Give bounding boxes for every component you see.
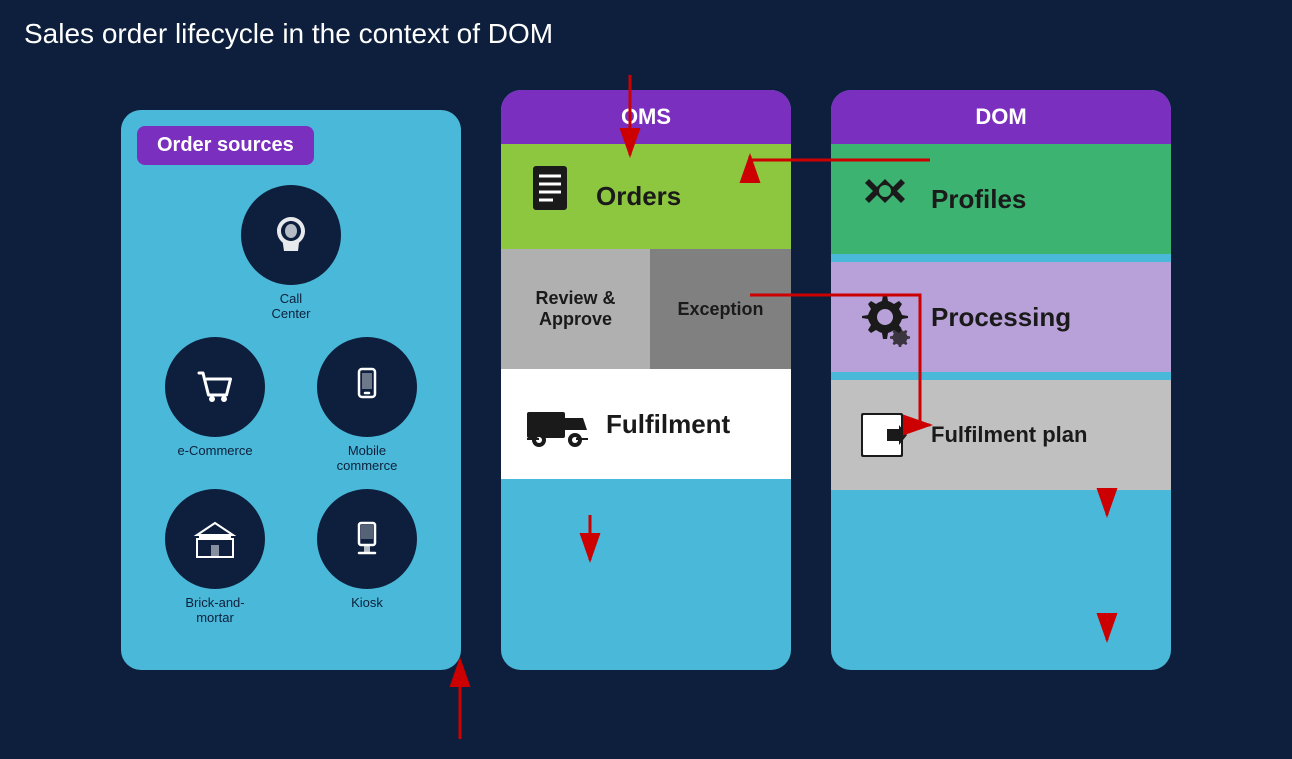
dom-box: DOM Profiles Processing xyxy=(831,90,1171,670)
kiosk-item: Kiosk xyxy=(299,489,435,625)
oms-middle: Review &Approve Exception xyxy=(501,249,791,369)
kiosk-circle xyxy=(317,489,417,589)
call-center-item: CallCenter xyxy=(241,185,341,321)
ecommerce-circle xyxy=(165,337,265,437)
dom-header: DOM xyxy=(831,90,1171,144)
review-section: Review &Approve xyxy=(501,249,650,369)
processing-icon xyxy=(855,287,915,347)
brick-item: Brick-and-mortar xyxy=(147,489,283,625)
processing-label: Processing xyxy=(931,302,1071,333)
exception-label: Exception xyxy=(677,299,763,320)
orders-icon xyxy=(525,164,580,229)
brick-label: Brick-and-mortar xyxy=(185,595,244,625)
fulfilment-section: Fulfilment xyxy=(501,369,791,479)
profiles-icon xyxy=(855,169,915,229)
mobile-circle xyxy=(317,337,417,437)
fulfilment-plan-section: Fulfilment plan xyxy=(831,380,1171,490)
brick-circle xyxy=(165,489,265,589)
oms-header: OMS xyxy=(501,90,791,144)
oms-box: OMS Orders Review &Approve Exception xyxy=(501,90,791,670)
fulfilment-label: Fulfilment xyxy=(606,409,730,440)
fulfilment-plan-icon xyxy=(855,405,915,465)
order-sources-label: Order sources xyxy=(137,126,314,165)
call-center-circle xyxy=(241,185,341,285)
mobile-item: Mobilecommerce xyxy=(299,337,435,473)
page-title: Sales order lifecycle in the context of … xyxy=(0,0,1292,60)
ecommerce-label: e-Commerce xyxy=(177,443,252,458)
diagram-container: Order sources CallCenter xyxy=(0,60,1292,739)
orders-section: Orders xyxy=(501,144,791,249)
profiles-label: Profiles xyxy=(931,184,1026,215)
ecommerce-item: e-Commerce xyxy=(147,337,283,473)
processing-section: Processing xyxy=(831,262,1171,372)
review-label: Review &Approve xyxy=(535,288,615,330)
orders-label: Orders xyxy=(596,181,681,212)
mobile-label: Mobilecommerce xyxy=(337,443,398,473)
fulfilment-plan-label: Fulfilment plan xyxy=(931,422,1087,448)
call-center-label: CallCenter xyxy=(271,291,310,321)
fulfilment-icon xyxy=(525,402,590,447)
kiosk-label: Kiosk xyxy=(351,595,383,610)
profiles-section: Profiles xyxy=(831,144,1171,254)
order-sources-box: Order sources CallCenter xyxy=(121,110,461,670)
exception-section: Exception xyxy=(650,249,791,369)
